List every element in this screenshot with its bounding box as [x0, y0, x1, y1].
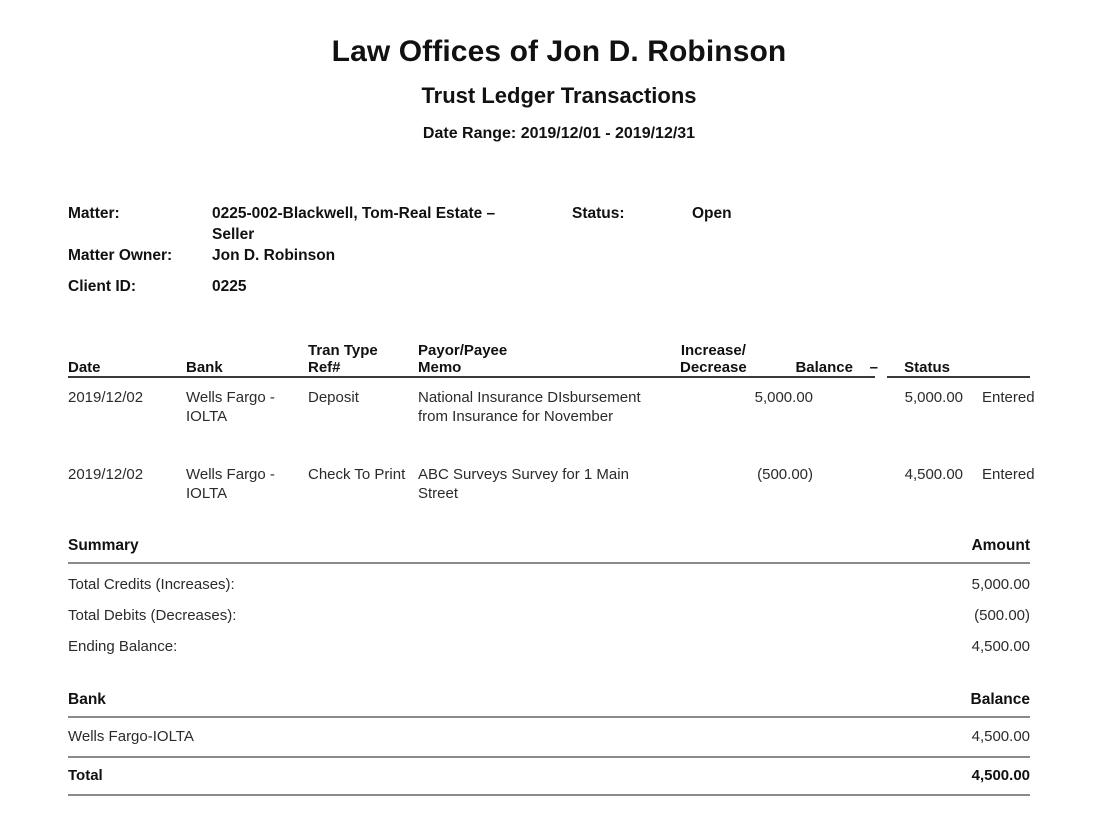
bank-row: Wells Fargo-IOLTA 4,500.00 X [68, 718, 1030, 756]
matter-row: Matter: 0225-002-Blackwell, Tom-Real Est… [68, 203, 1048, 245]
column-header-status: Status [904, 359, 950, 376]
client-id-value: 0225 [212, 278, 247, 295]
bank-total-row: Total 4,500.00 X [68, 758, 1030, 794]
column-header-tran-type: Tran Type Ref# [308, 342, 378, 376]
cell-bank: Wells Fargo - IOLTA [186, 389, 275, 425]
cell-status: Entered [982, 466, 1035, 483]
cell-increase-decrease: 5,000.00 [754, 389, 813, 406]
bank-total-label: Total [68, 767, 103, 784]
summary-row-ending-balance: Ending Balance: 4,500.00 X [68, 626, 1030, 657]
summary-row-total-debits: Total Debits (Decreases): (500.00) X [68, 595, 1030, 626]
summary-amount: 5,000.00 [971, 576, 1030, 593]
client-id-row: Client ID: 0225 [68, 276, 1048, 297]
summary-amount: (500.00) [974, 607, 1030, 624]
client-id-label: Client ID: [68, 278, 137, 295]
matter-owner-label: Matter Owner: [68, 247, 173, 264]
summary-title: Summary [68, 537, 139, 554]
cell-tran-type: Deposit [308, 389, 359, 406]
table-row: 2019/12/02 Wells Fargo - IOLTA Check To … [68, 455, 1035, 513]
transactions-table: Date Bank Tran Type Ref# Payor/Payee Mem… [68, 338, 1035, 513]
cell-tran-type: Check To Print [308, 466, 406, 483]
column-header-date: Date [68, 359, 101, 376]
status-label: Status: [572, 205, 625, 222]
summary-header-row: Summary Amount X [68, 536, 1030, 562]
column-header-payor-payee: Payor/Payee Memo [418, 342, 508, 376]
date-range: Date Range: 2019/12/01 - 2019/12/31 [422, 125, 696, 143]
firm-name: Law Offices of Jon D. Robinson [331, 35, 787, 68]
table-row: 2019/12/02 Wells Fargo - IOLTA Deposit N… [68, 378, 1035, 455]
cell-increase-decrease: (500.00) [757, 466, 813, 483]
matter-value: 0225-002-Blackwell, Tom-Real Estate – Se… [212, 205, 496, 243]
bank-total-rule-bottom [68, 794, 1030, 796]
matter-owner-row: Matter Owner: Jon D. Robinson [68, 245, 1048, 266]
summary-amount-header: Amount [971, 537, 1030, 554]
summary-label: Total Credits (Increases): [68, 576, 235, 593]
summary-label: Total Debits (Decreases): [68, 607, 237, 624]
column-header-separator-dash-icon: – [869, 359, 878, 376]
bank-summary-section: Bank Balance X Wells Fargo-IOLTA 4,500.0… [68, 690, 1030, 796]
status-value: Open [692, 205, 732, 222]
column-header-bank: Bank [186, 359, 223, 376]
cell-status: Entered [982, 389, 1035, 406]
column-header-balance: Balance [795, 359, 853, 376]
bank-row-balance: 4,500.00 [971, 728, 1030, 745]
report-header: Law Offices of Jon D. Robinson Trust Led… [0, 0, 1118, 144]
bank-balance-header: Balance [970, 691, 1030, 708]
summary-label: Ending Balance: [68, 638, 178, 655]
summary-section: Summary Amount X Total Credits (Increase… [68, 536, 1030, 657]
summary-amount: 4,500.00 [971, 638, 1030, 655]
bank-title: Bank [68, 691, 106, 708]
matter-label: Matter: [68, 205, 120, 222]
bank-header-row: Bank Balance X [68, 690, 1030, 716]
cell-date: 2019/12/02 [68, 466, 144, 483]
summary-row-total-credits: Total Credits (Increases): 5,000.00 X [68, 564, 1030, 595]
transactions-header-row: Date Bank Tran Type Ref# Payor/Payee Mem… [68, 338, 1030, 376]
cell-bank: Wells Fargo - IOLTA [186, 466, 275, 502]
report-title: Trust Ledger Transactions [421, 83, 697, 109]
column-header-increase-decrease: Increase/ Decrease [680, 342, 747, 376]
bank-row-label: Wells Fargo-IOLTA [68, 728, 194, 745]
cell-balance: 4,500.00 [904, 466, 963, 483]
matter-info-block: Matter: 0225-002-Blackwell, Tom-Real Est… [68, 203, 1048, 297]
report-page: Law Offices of Jon D. Robinson Trust Led… [0, 0, 1118, 828]
cell-date: 2019/12/02 [68, 389, 144, 406]
bank-total-balance: 4,500.00 [971, 767, 1030, 784]
matter-owner-value: Jon D. Robinson [212, 247, 336, 264]
cell-balance: 5,000.00 [904, 389, 963, 406]
